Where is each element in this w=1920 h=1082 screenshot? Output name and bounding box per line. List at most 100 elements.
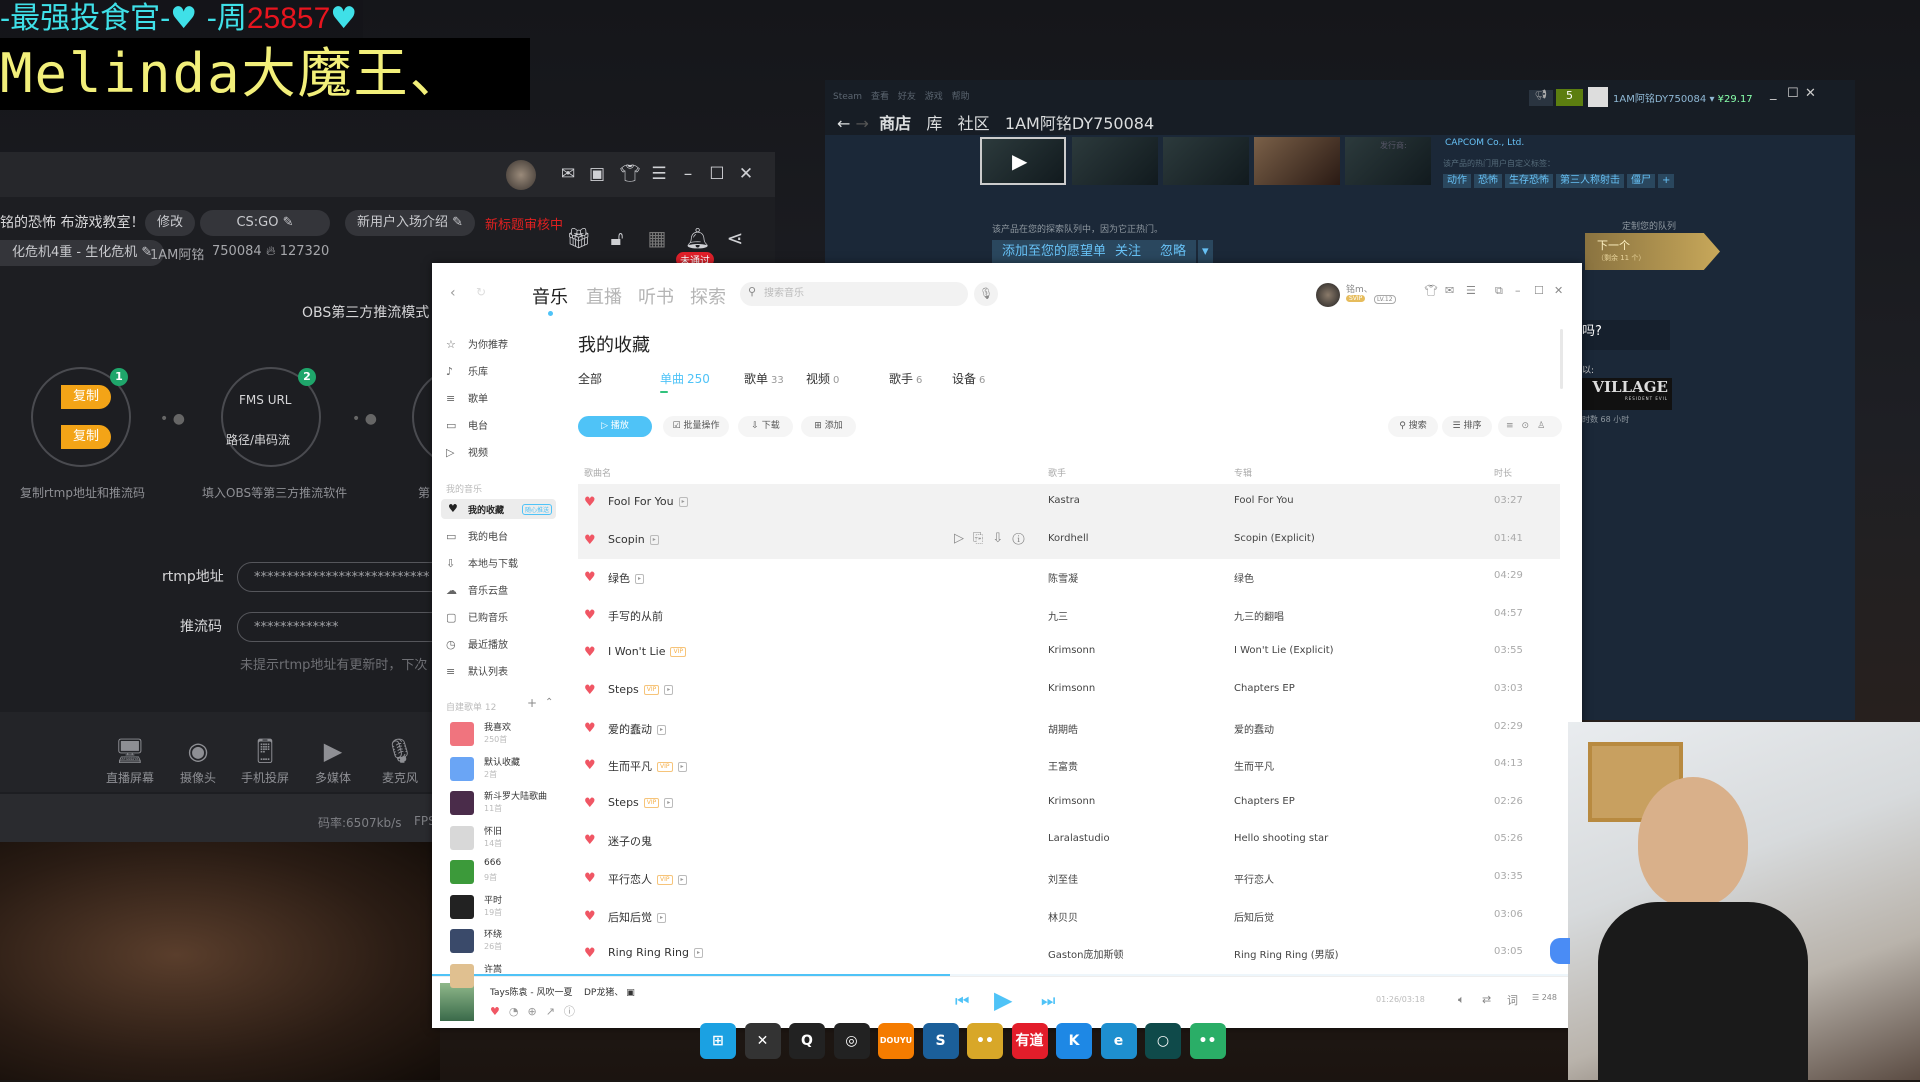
nav-library[interactable]: 库 [926,114,942,133]
maximize-icon[interactable]: ☐ [706,164,728,184]
heart-icon[interactable]: ♥ [584,909,596,924]
sidebar-item[interactable]: ⇩ 本地与下载 [446,554,552,574]
mv-icon[interactable]: ▸ [664,685,674,695]
tab-0[interactable]: 全部 [578,370,605,387]
singer[interactable]: 刘至佳 [1048,871,1078,886]
copy-rtmp-button[interactable]: 复制 [61,385,111,409]
album[interactable]: Chapters EP [1234,683,1295,694]
next-button[interactable]: 下一个 （剩余 11 个） [1585,233,1720,270]
layout-icon[interactable]: ▦ [646,226,668,250]
sidebar-item-favorites[interactable]: ♥ 我的收藏 随心推送 [441,499,556,519]
screenshot-video[interactable]: ▶ [980,137,1066,185]
album[interactable]: 爱的蠢动 [1234,721,1274,736]
play-icon[interactable]: ▶ [994,986,1012,1014]
gift-icon[interactable]: 🎁︎ [566,226,591,250]
edit-title-button[interactable]: 修改 [145,210,196,236]
shirt-icon[interactable]: 👕︎ [619,164,641,184]
album[interactable]: Fool For You [1234,495,1294,506]
singer[interactable]: 九三 [1048,608,1068,623]
song-row[interactable]: ♥ 绿色 ▸ 陈雪凝 绿色 04:29 [578,559,1560,597]
column-name[interactable]: 歌曲名 [584,466,611,479]
previous-icon[interactable]: ⏮ [955,991,969,1011]
like-icon[interactable]: ♥ [490,1005,509,1018]
download-button[interactable]: ⇩ 下载 [738,416,793,437]
tool-screen[interactable]: 🖥︎ 直播屏幕 [95,737,165,786]
album[interactable]: 绿色 [1234,570,1254,585]
song-row[interactable]: ♥ 迷子の鬼 Laralastudio Hello shooting star 05:2… [578,822,1560,860]
disc-view-icon[interactable]: ⊙ [1522,421,1538,431]
singer[interactable]: 胡期皓 [1048,721,1078,736]
nav-community[interactable]: 社区 [958,114,990,133]
singer[interactable]: Krimsonn [1048,683,1095,694]
heart-icon[interactable]: ♥ [584,721,596,736]
wishlist-button[interactable]: 添加至您的愿望单 [992,240,1117,264]
album[interactable]: 平行恋人 [1234,871,1274,886]
tab-3[interactable]: 视频 0 [806,370,839,387]
mv-icon[interactable]: ▸ [664,797,674,808]
heart-icon[interactable]: ♥ [584,608,596,623]
customize-queue[interactable]: 定制您的队列 [1622,219,1676,232]
song-row[interactable]: ♥ 手写的从前 九三 九三的翻唱 04:57 [578,597,1560,635]
album[interactable]: 后知后觉 [1234,909,1274,924]
category-select[interactable]: CS:GO ✎ [200,210,330,236]
sidebar-item[interactable]: ▭ 电台 [446,416,552,436]
playlist-item[interactable]: 怀旧 14首 [450,824,560,854]
mv-icon[interactable]: ▸ [677,762,687,773]
refresh-icon[interactable]: ↻ [476,285,486,299]
minimize-icon[interactable]: – [677,164,699,184]
heart-icon[interactable]: ♥ [584,871,596,886]
add-playlist-icon[interactable]: + [527,696,537,710]
heart-icon[interactable]: ♥ [584,495,596,510]
more-icon[interactable]: ⓘ [1012,531,1033,546]
album[interactable]: Hello shooting star [1234,833,1328,844]
artist-view-icon[interactable]: ♙ [1537,421,1553,431]
playlist-item[interactable]: 新斗罗大陆歌曲 11首 [450,789,560,819]
heart-icon[interactable]: ♥ [584,946,596,961]
quality-icon[interactable]: ◔ [509,1005,528,1018]
tag[interactable]: 生存恐怖 [1505,174,1553,188]
mv-icon[interactable]: ▸ [649,534,659,545]
skin-icon[interactable]: 👕︎ [1424,284,1438,297]
heart-icon[interactable]: ♥ [584,683,596,698]
song-row[interactable]: ♥ 后知后觉 ▸ 林贝贝 后知后觉 03:06 [578,898,1560,936]
announce-icon[interactable]: 📢︎ [1529,90,1553,106]
tag[interactable]: 恐怖 [1474,174,1502,188]
next-icon[interactable]: ⏭ [1041,991,1055,1011]
album[interactable]: Scopin (Explicit) [1234,533,1315,544]
song-row[interactable]: ♥ Scopin ▸ ▷⎘⇩ⓘ Kordhell Scopin (Explicit) 01:… [578,521,1560,560]
list-view-icon[interactable]: ≡ [1506,421,1522,431]
unlock-icon[interactable]: 🔓︎ [606,226,628,250]
singer[interactable]: Kastra [1048,495,1080,506]
mv-icon[interactable]: ▸ [635,574,645,585]
share-icon[interactable]: ⋖ [724,226,746,250]
sidebar-item[interactable]: ☁ 音乐云盘 [446,581,552,601]
singer[interactable]: Laralastudio [1048,833,1110,844]
nav-store[interactable]: 商店 [879,114,911,133]
intro-button[interactable]: 新用户入场介绍 ✎ [345,210,476,236]
album[interactable]: Chapters EP [1234,796,1295,807]
taskbar-douyu-icon[interactable]: DOUYU [878,1023,914,1059]
tool-camera[interactable]: ◉ 摄像头 [163,737,233,786]
minimize-icon[interactable]: _ [1770,86,1777,101]
taskbar-app-raccoon-icon[interactable]: •• [967,1023,1003,1059]
album[interactable]: I Won't Lie (Explicit) [1234,645,1334,656]
follow-button[interactable]: 关注 [1105,240,1152,264]
sidebar-item[interactable]: ▢ 已购音乐 [446,608,552,628]
steam-avatar[interactable] [1588,87,1608,107]
taskbar-edge-icon[interactable]: e [1100,1023,1137,1059]
notification-count[interactable]: 5 [1556,89,1583,106]
screenshot-thumb[interactable] [1072,137,1158,185]
mv-icon[interactable]: ▸ [693,948,703,959]
taskbar-windows-icon[interactable]: ⊞ [700,1023,736,1059]
heart-icon[interactable]: ♥ [584,570,596,585]
tab-live[interactable]: 直播 [586,283,622,309]
tab-music[interactable]: 音乐 [532,283,568,309]
singer[interactable]: 林贝贝 [1048,909,1078,924]
lyrics-button[interactable]: 词 [1507,992,1518,1008]
album[interactable]: 生而平凡 [1234,758,1274,773]
nav-profile[interactable]: 1AM阿铭DY750084 [1005,114,1154,133]
info-icon[interactable]: ⓘ [564,1005,584,1018]
tool-media[interactable]: ▶ 多媒体 [298,737,368,786]
tag-more[interactable]: + [1658,174,1675,188]
tab-1[interactable]: 单曲 250 [660,370,710,387]
